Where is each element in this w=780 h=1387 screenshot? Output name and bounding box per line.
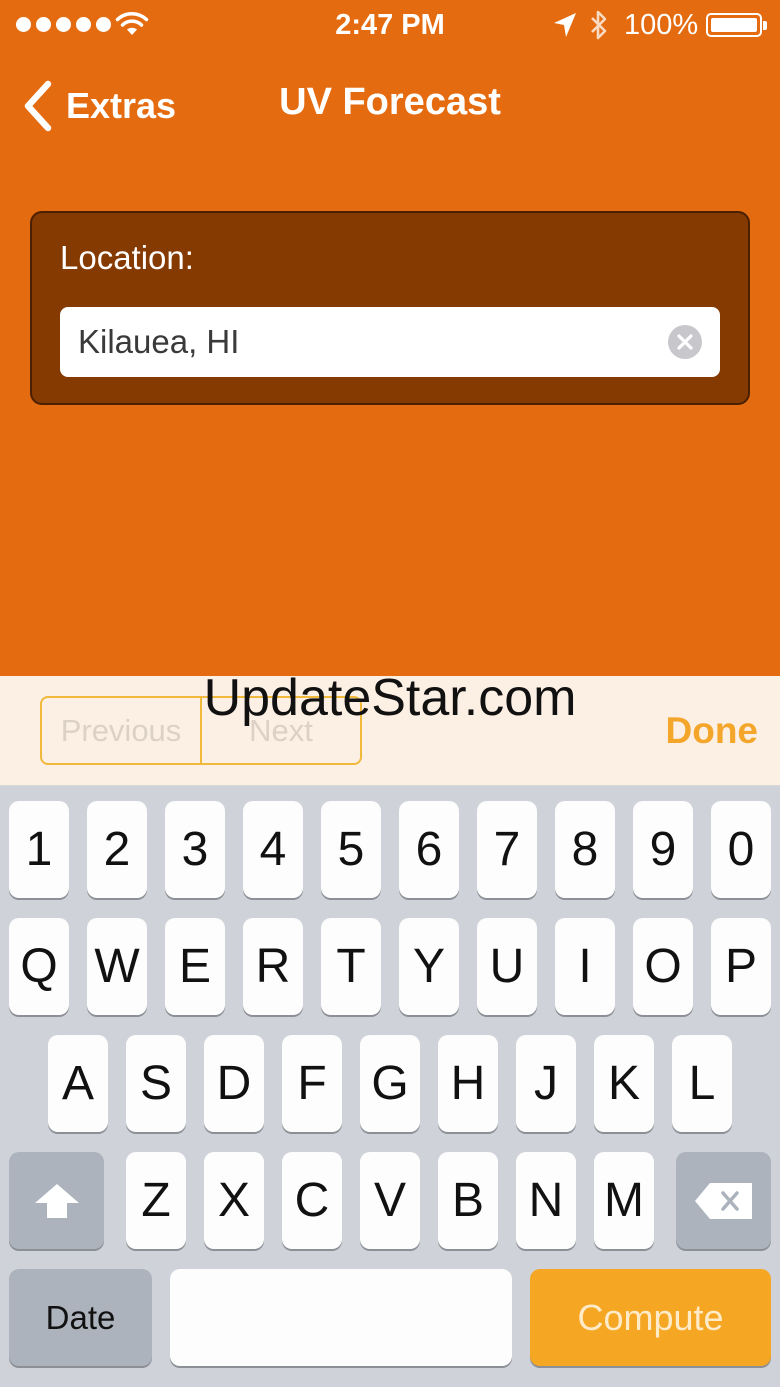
backspace-icon xyxy=(694,1182,752,1219)
key-6[interactable]: 6 xyxy=(399,801,459,898)
key-b[interactable]: B xyxy=(438,1152,498,1249)
key-k[interactable]: K xyxy=(594,1035,654,1132)
key-o[interactable]: O xyxy=(633,918,693,1015)
key-x[interactable]: X xyxy=(204,1152,264,1249)
location-label: Location: xyxy=(60,239,194,276)
key-9[interactable]: 9 xyxy=(633,801,693,898)
key-4[interactable]: 4 xyxy=(243,801,303,898)
bluetooth-icon xyxy=(591,10,607,40)
location-arrow-icon xyxy=(554,13,576,37)
shift-key[interactable] xyxy=(9,1152,104,1249)
compute-key[interactable]: Compute xyxy=(530,1269,771,1366)
key-p[interactable]: P xyxy=(711,918,771,1015)
key-2[interactable]: 2 xyxy=(87,801,147,898)
key-t[interactable]: T xyxy=(321,918,381,1015)
key-8[interactable]: 8 xyxy=(555,801,615,898)
key-7[interactable]: 7 xyxy=(477,801,537,898)
space-key[interactable] xyxy=(170,1269,512,1366)
key-g[interactable]: G xyxy=(360,1035,420,1132)
key-h[interactable]: H xyxy=(438,1035,498,1132)
key-1[interactable]: 1 xyxy=(9,801,69,898)
next-button[interactable]: Next xyxy=(200,698,360,763)
key-m[interactable]: M xyxy=(594,1152,654,1249)
key-j[interactable]: J xyxy=(516,1035,576,1132)
location-input[interactable] xyxy=(78,307,658,377)
key-r[interactable]: R xyxy=(243,918,303,1015)
key-c[interactable]: C xyxy=(282,1152,342,1249)
clear-text-button[interactable] xyxy=(668,325,702,359)
key-3[interactable]: 3 xyxy=(165,801,225,898)
clear-icon xyxy=(677,334,693,350)
battery-icon xyxy=(706,13,767,37)
key-5[interactable]: 5 xyxy=(321,801,381,898)
key-0[interactable]: 0 xyxy=(711,801,771,898)
key-e[interactable]: E xyxy=(165,918,225,1015)
delete-key[interactable] xyxy=(676,1152,771,1249)
location-card: Location: xyxy=(30,211,750,405)
key-n[interactable]: N xyxy=(516,1152,576,1249)
key-z[interactable]: Z xyxy=(126,1152,186,1249)
status-bar: 2:47 PM 100% xyxy=(0,0,780,52)
key-l[interactable]: L xyxy=(672,1035,732,1132)
app-screen: 2:47 PM 100% Extras UV Forecast Location… xyxy=(0,0,780,676)
key-u[interactable]: U xyxy=(477,918,537,1015)
key-f[interactable]: F xyxy=(282,1035,342,1132)
done-button[interactable]: Done xyxy=(666,710,759,752)
key-q[interactable]: Q xyxy=(9,918,69,1015)
key-y[interactable]: Y xyxy=(399,918,459,1015)
location-field[interactable] xyxy=(60,307,720,377)
date-key[interactable]: Date xyxy=(9,1269,152,1366)
battery-percent: 100% xyxy=(624,9,699,41)
page-title: UV Forecast xyxy=(279,81,501,123)
keyboard: Date Compute 1234567890 QWERTYUIOP ASDFGHJ… xyxy=(0,786,780,1387)
prev-next-control: Previous Next xyxy=(40,696,362,765)
key-w[interactable]: W xyxy=(87,918,147,1015)
shift-icon xyxy=(34,1183,79,1218)
key-i[interactable]: I xyxy=(555,918,615,1015)
key-v[interactable]: V xyxy=(360,1152,420,1249)
key-d[interactable]: D xyxy=(204,1035,264,1132)
previous-button[interactable]: Previous xyxy=(42,698,200,763)
key-s[interactable]: S xyxy=(126,1035,186,1132)
key-a[interactable]: A xyxy=(48,1035,108,1132)
input-accessory-toolbar: Previous Next UpdateStar.com Done xyxy=(0,669,780,786)
